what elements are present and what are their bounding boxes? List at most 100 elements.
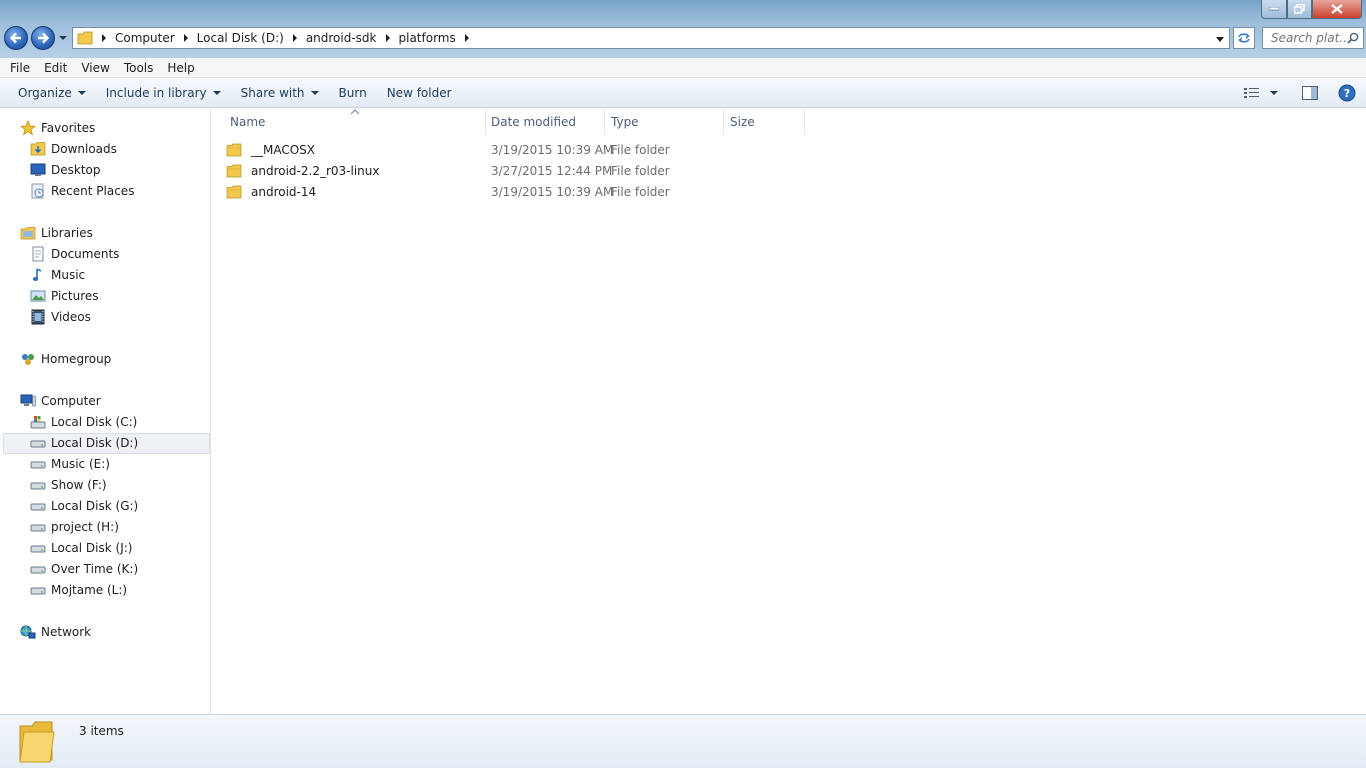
breadcrumb-computer[interactable]: Computer bbox=[115, 31, 175, 45]
menu-tools[interactable]: Tools bbox=[117, 61, 161, 75]
file-date-modified: 3/19/2015 10:39 AM bbox=[491, 185, 614, 199]
details-view-icon bbox=[1244, 88, 1259, 98]
nav-item-local-disk-d[interactable]: Local Disk (D:) bbox=[30, 433, 138, 453]
nav-item-recent-places[interactable]: Recent Places bbox=[30, 181, 134, 201]
chevron-down-icon bbox=[77, 91, 86, 95]
close-button[interactable] bbox=[1312, 0, 1362, 19]
refresh-button[interactable] bbox=[1233, 27, 1255, 49]
item-count: 3 items bbox=[79, 724, 124, 738]
share-with-label: Share with bbox=[240, 86, 305, 100]
nav-item-pictures[interactable]: Pictures bbox=[30, 286, 99, 306]
nav-item-local-disk-j[interactable]: Local Disk (J:) bbox=[30, 538, 132, 558]
menu-file[interactable]: File bbox=[3, 61, 37, 75]
search-input[interactable] bbox=[1271, 31, 1347, 45]
music-note-icon bbox=[32, 268, 42, 281]
file-name[interactable]: android-2.2_r03-linux bbox=[251, 164, 379, 178]
breadcrumb-local-disk-d[interactable]: Local Disk (D:) bbox=[197, 31, 284, 45]
nav-label: Documents bbox=[51, 247, 120, 261]
column-header-size[interactable]: Size bbox=[724, 109, 805, 134]
breadcrumb-platforms[interactable]: platforms bbox=[399, 31, 456, 45]
nav-label: Libraries bbox=[41, 226, 93, 240]
minimize-button[interactable] bbox=[1261, 0, 1287, 19]
pictures-icon bbox=[30, 290, 46, 302]
chevron-down-icon[interactable] bbox=[1270, 90, 1278, 96]
status-bar: 3 items bbox=[0, 714, 1366, 768]
organize-label: Organize bbox=[18, 86, 72, 100]
organize-button[interactable]: Organize bbox=[8, 82, 96, 104]
include-in-library-label: Include in library bbox=[105, 86, 207, 100]
nav-label: Local Disk (J:) bbox=[51, 541, 133, 555]
nav-item-music[interactable]: Music bbox=[30, 265, 85, 285]
system-drive-icon bbox=[30, 416, 46, 429]
nav-favorites[interactable]: Favorites bbox=[20, 118, 95, 138]
close-icon bbox=[1331, 4, 1343, 14]
chevron-down-icon bbox=[310, 91, 319, 95]
forward-button[interactable] bbox=[31, 26, 55, 50]
change-view-button[interactable] bbox=[1244, 82, 1278, 104]
search-icon[interactable] bbox=[1347, 32, 1359, 44]
downloads-folder-icon bbox=[30, 142, 46, 156]
column-header-date-modified[interactable]: Date modified bbox=[485, 109, 605, 134]
nav-item-desktop[interactable]: Desktop bbox=[30, 160, 101, 180]
nav-item-local-disk-c[interactable]: Local Disk (C:) bbox=[30, 412, 137, 432]
nav-item-mojtame-l[interactable]: Mojtame (L:) bbox=[30, 580, 127, 600]
nav-label: Mojtame (L:) bbox=[51, 583, 128, 597]
breadcrumb-arrow-icon[interactable] bbox=[100, 34, 108, 42]
burn-button[interactable]: Burn bbox=[329, 82, 377, 104]
nav-homegroup[interactable]: Homegroup bbox=[20, 349, 111, 369]
burn-label: Burn bbox=[338, 86, 367, 100]
column-header-name[interactable]: Name bbox=[224, 109, 486, 134]
file-type: File folder bbox=[611, 164, 670, 178]
nav-item-documents[interactable]: Documents bbox=[30, 244, 119, 264]
drive-icon bbox=[30, 482, 46, 490]
address-bar[interactable]: Computer Local Disk (D:) android-sdk pla… bbox=[72, 27, 1230, 49]
nav-libraries[interactable]: Libraries bbox=[20, 223, 93, 243]
new-folder-button[interactable]: New folder bbox=[377, 82, 462, 104]
breadcrumb-arrow-icon[interactable] bbox=[463, 34, 471, 42]
nav-item-show-f[interactable]: Show (F:) bbox=[30, 475, 107, 495]
documents-icon bbox=[32, 246, 44, 262]
share-with-button[interactable]: Share with bbox=[231, 82, 329, 104]
nav-network[interactable]: Network bbox=[20, 622, 91, 642]
drive-icon bbox=[30, 587, 46, 595]
nav-item-music-e[interactable]: Music (E:) bbox=[30, 454, 110, 474]
preview-pane-icon bbox=[1302, 86, 1318, 100]
recent-pages-chevron-down-icon[interactable] bbox=[58, 33, 68, 43]
nav-label: Videos bbox=[51, 310, 91, 324]
menu-edit[interactable]: Edit bbox=[37, 61, 74, 75]
restore-button[interactable] bbox=[1287, 0, 1312, 19]
help-icon: ? bbox=[1338, 84, 1356, 102]
nav-label: Local Disk (D:) bbox=[51, 436, 139, 450]
include-in-library-button[interactable]: Include in library bbox=[96, 82, 231, 104]
file-name[interactable]: android-14 bbox=[251, 185, 316, 199]
breadcrumb-arrow-icon[interactable] bbox=[291, 34, 299, 42]
breadcrumb-arrow-icon[interactable] bbox=[384, 34, 392, 42]
back-button[interactable] bbox=[4, 26, 28, 50]
restore-icon bbox=[1294, 4, 1305, 14]
file-name[interactable]: __MACOSX bbox=[251, 143, 315, 157]
menu-help[interactable]: Help bbox=[160, 61, 201, 75]
nav-computer[interactable]: Computer bbox=[20, 391, 101, 411]
nav-item-project-h[interactable]: project (H:) bbox=[30, 517, 119, 537]
nav-label: Computer bbox=[41, 394, 101, 408]
column-header-type[interactable]: Type bbox=[605, 109, 724, 134]
nav-item-videos[interactable]: Videos bbox=[30, 307, 91, 327]
navigation-pane: Favorites Downloads Desktop Recent Place… bbox=[0, 109, 211, 714]
address-history-chevron-down-icon[interactable] bbox=[1215, 34, 1225, 44]
nav-item-local-disk-g[interactable]: Local Disk (G:) bbox=[30, 496, 138, 516]
drive-icon bbox=[30, 566, 46, 574]
nav-label: Local Disk (G:) bbox=[51, 499, 139, 513]
help-button[interactable]: ? bbox=[1338, 82, 1356, 104]
preview-pane-button[interactable] bbox=[1302, 82, 1318, 104]
nav-item-downloads[interactable]: Downloads bbox=[30, 139, 117, 159]
nav-item-over-time-k[interactable]: Over Time (K:) bbox=[30, 559, 138, 579]
breadcrumb-android-sdk[interactable]: android-sdk bbox=[306, 31, 377, 45]
star-icon bbox=[20, 120, 36, 136]
drive-icon bbox=[30, 503, 46, 511]
svg-text:?: ? bbox=[1344, 87, 1350, 100]
minimize-icon bbox=[1269, 7, 1279, 11]
search-box[interactable] bbox=[1262, 27, 1364, 49]
file-list: Name Date modified Type Size __MACOSX 3/… bbox=[212, 109, 1366, 714]
menu-view[interactable]: View bbox=[74, 61, 116, 75]
breadcrumb-arrow-icon[interactable] bbox=[182, 34, 190, 42]
